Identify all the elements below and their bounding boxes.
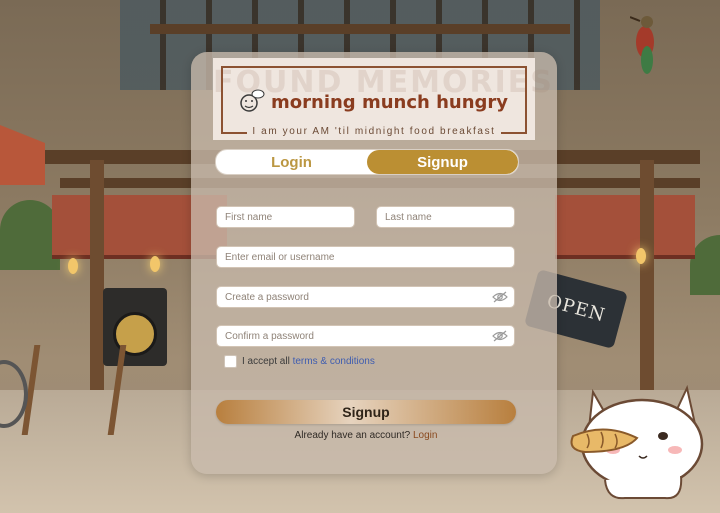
sandwich-board xyxy=(21,345,127,435)
email-input[interactable] xyxy=(216,246,515,268)
signup-card: FOUND MEMORIES morning munch hungry I am… xyxy=(191,52,557,474)
account-prompt-text: Already have an account? xyxy=(294,430,411,441)
signup-button[interactable]: Signup xyxy=(216,400,516,424)
lamp xyxy=(150,256,160,272)
lamp xyxy=(636,248,646,264)
first-name-input[interactable] xyxy=(216,206,355,228)
last-name-input[interactable] xyxy=(376,206,515,228)
terms-prefix: I accept all xyxy=(242,356,290,367)
beam xyxy=(150,24,570,34)
face-logo-icon xyxy=(240,89,265,112)
eye-slash-icon[interactable] xyxy=(492,330,508,342)
brand-title: morning munch hungry xyxy=(271,92,509,113)
terms-checkbox[interactable] xyxy=(224,355,237,368)
login-link[interactable]: Login xyxy=(413,430,437,441)
tab-login[interactable]: Login xyxy=(216,150,367,174)
eye-slash-icon[interactable] xyxy=(492,291,508,303)
login-prompt: Already have an account? Login xyxy=(191,430,541,441)
cat-sticker xyxy=(570,384,704,500)
tagline-text: I am your AM 'til midnight food breakfas… xyxy=(247,126,501,137)
lamp xyxy=(68,258,78,274)
pillar xyxy=(640,160,654,400)
terms-label: I accept all terms & conditions xyxy=(242,356,375,367)
confirm-password-input[interactable] xyxy=(216,325,515,347)
bushes xyxy=(0,200,60,270)
brand-tagline: I am your AM 'til midnight food breakfas… xyxy=(213,126,535,137)
tab-signup[interactable]: Signup xyxy=(367,150,518,174)
awning xyxy=(555,195,695,259)
bird-illustration xyxy=(630,16,654,74)
brand-banner: FOUND MEMORIES morning munch hungry I am… xyxy=(213,58,552,140)
password-input[interactable] xyxy=(216,286,515,308)
auth-tabs: Login Signup xyxy=(215,149,519,175)
terms-link[interactable]: terms & conditions xyxy=(293,356,375,367)
